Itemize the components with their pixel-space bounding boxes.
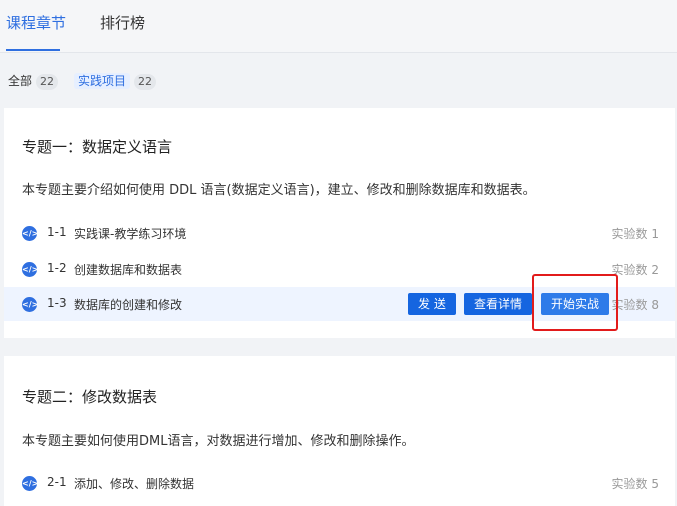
filter-all-label: 全部 xyxy=(8,74,33,88)
code-icon: </> xyxy=(22,262,38,277)
tab-bar: 课程章节 排行榜 xyxy=(0,0,677,53)
code-icon: </> xyxy=(22,226,38,241)
item-number: 1-3 xyxy=(47,296,67,310)
item-title[interactable]: 添加、修改、删除数据 xyxy=(74,475,194,492)
item-number: 2-1 xyxy=(47,475,67,489)
item-title[interactable]: 创建数据库和数据表 xyxy=(74,261,182,278)
experiment-count: 实验数 2 xyxy=(611,263,659,277)
tab-ranking[interactable]: 排行榜 xyxy=(100,12,145,33)
section-description: 本专题主要介绍如何使用 DDL 语言(数据定义语言)，建立、修改和删除数据库和数… xyxy=(22,183,536,198)
send-button[interactable]: 发 送 xyxy=(408,293,456,315)
section-title: 专题二：修改数据表 xyxy=(22,388,158,406)
highlight-box xyxy=(532,274,618,331)
filter-all-count: 22 xyxy=(36,74,59,90)
filter-practice-label: 实践项目 xyxy=(74,73,131,89)
item-number: 1-1 xyxy=(47,225,67,239)
filter-practice[interactable]: 实践项目 22 xyxy=(74,72,157,90)
view-details-button[interactable]: 查看详情 xyxy=(464,293,533,315)
item-title[interactable]: 数据库的创建和修改 xyxy=(74,296,182,313)
code-icon: </> xyxy=(22,297,38,312)
experiment-count: 实验数 5 xyxy=(611,477,659,491)
filter-practice-count: 22 xyxy=(134,74,157,90)
experiment-count: 实验数 8 xyxy=(611,298,659,312)
filter-all[interactable]: 全部 22 xyxy=(8,72,59,90)
list-item[interactable]: </> 2-1 添加、修改、删除数据 实验数 5 xyxy=(4,466,675,500)
section-description: 本专题主要如何使用DML语言，对数据进行增加、修改和删除操作。 xyxy=(22,434,415,449)
item-title[interactable]: 实践课-教学练习环境 xyxy=(74,225,186,242)
code-icon: </> xyxy=(22,476,38,491)
section-title: 专题一：数据定义语言 xyxy=(22,138,173,156)
experiment-count: 实验数 1 xyxy=(611,227,659,241)
list-item[interactable]: </> 1-1 实践课-教学练习环境 实验数 1 xyxy=(4,216,675,250)
section-card: 专题二：修改数据表 本专题主要如何使用DML语言，对数据进行增加、修改和删除操作… xyxy=(4,356,675,506)
tab-chapters[interactable]: 课程章节 xyxy=(6,12,66,33)
active-tab-indicator xyxy=(6,49,60,51)
item-number: 1-2 xyxy=(47,261,67,275)
